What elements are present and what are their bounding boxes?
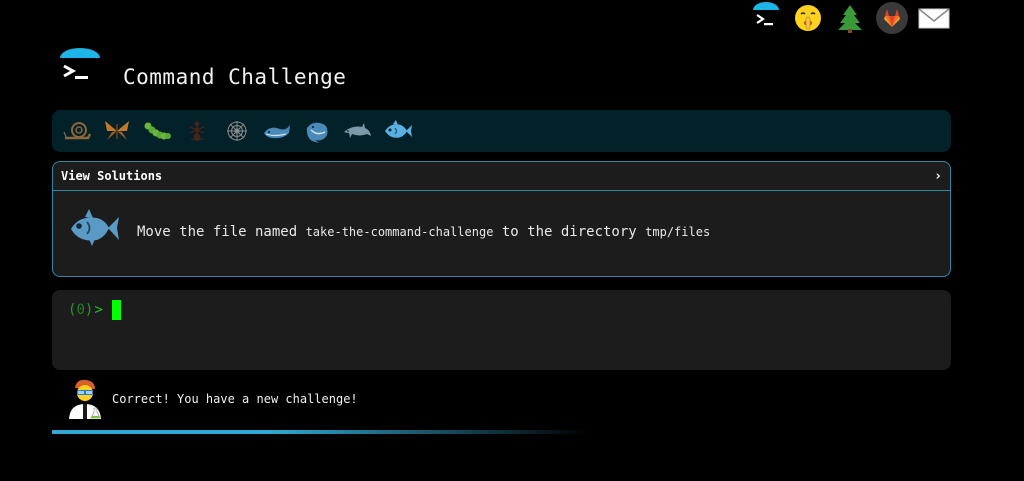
dolphin-icon[interactable] (337, 116, 377, 146)
progress-bar (52, 430, 592, 434)
logo-terminal-icon[interactable] (56, 46, 104, 94)
prompt-counter: 0 (76, 302, 85, 318)
butterfly-icon[interactable] (97, 116, 137, 146)
prompt-open-paren: ( (68, 302, 77, 318)
top-icon-bar (750, 2, 950, 34)
terminal-cursor (111, 300, 121, 320)
scientist-icon (66, 379, 104, 419)
challenge-body: Move the file named take-the-command-cha… (53, 191, 950, 275)
challenge-panel: View Solutions › Move the file named tak… (52, 161, 951, 277)
tree-icon[interactable] (834, 2, 866, 34)
fish-icon (65, 207, 121, 249)
challenge-description: Move the file named take-the-command-cha… (137, 224, 710, 240)
prompt-close-paren: ) (84, 302, 94, 318)
challenge-code-filename: take-the-command-challenge (305, 225, 494, 239)
gitlab-icon[interactable] (876, 2, 908, 34)
challenge-code-directory: tmp/files (645, 225, 711, 239)
ant-icon[interactable] (177, 116, 217, 146)
snail-icon[interactable] (57, 116, 97, 146)
terminal-icon[interactable] (750, 2, 782, 34)
terminal-input[interactable]: (0) > (52, 290, 951, 370)
prompt-line: (0) > (68, 300, 935, 320)
spouting-whale-icon[interactable] (297, 116, 337, 146)
status-text: Correct! You have a new challenge! (112, 392, 358, 406)
header: Command Challenge (56, 46, 346, 94)
chevron-right-icon: › (934, 168, 942, 184)
prompt-symbol: > (94, 302, 103, 318)
spider-web-icon[interactable] (217, 116, 257, 146)
progress-fill (52, 430, 592, 434)
challenge-text-middle: to the directory (493, 224, 646, 240)
challenge-text-before: Move the file named (137, 224, 306, 240)
view-solutions-label: View Solutions (61, 169, 163, 183)
page-title: Command Challenge (123, 65, 347, 89)
shush-emoji-icon[interactable] (792, 2, 824, 34)
page: Command Challenge View Solutions › Move … (0, 0, 1024, 481)
fish-icon[interactable] (377, 116, 417, 146)
mail-icon[interactable] (918, 2, 950, 34)
view-solutions-toggle[interactable]: View Solutions › (53, 162, 950, 191)
status-message: Correct! You have a new challenge! (66, 379, 358, 419)
level-progress-bar (52, 110, 951, 152)
whale-icon[interactable] (257, 116, 297, 146)
caterpillar-icon[interactable] (137, 116, 177, 146)
